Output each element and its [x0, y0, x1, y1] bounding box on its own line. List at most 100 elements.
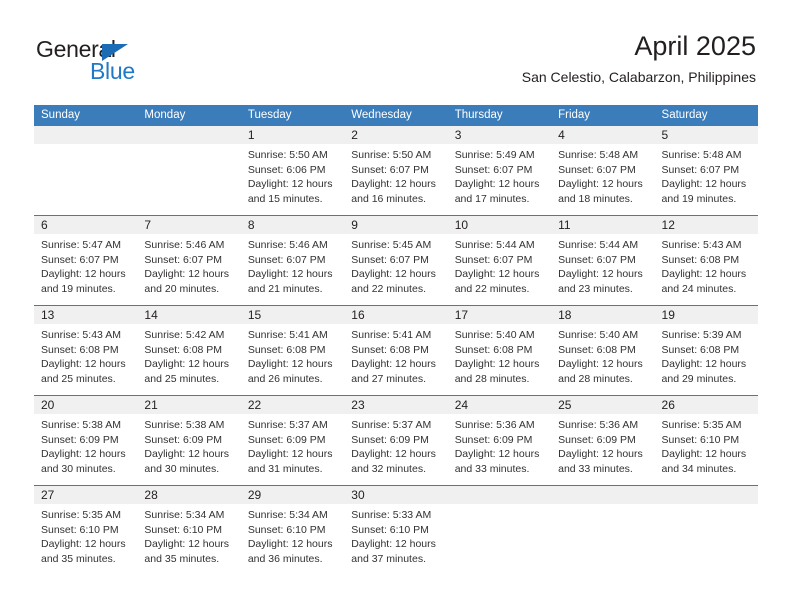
calendar-day-cell[interactable]: 3 Sunrise: 5:49 AM Sunset: 6:07 PM Daylight…	[447, 126, 552, 215]
day-details	[551, 504, 654, 508]
calendar-day-cell[interactable]: 4 Sunrise: 5:48 AM Sunset: 6:07 PM Daylight…	[551, 126, 655, 215]
weekday-header-friday: Friday	[558, 109, 591, 121]
calendar-day-cell[interactable]: 6 Sunrise: 5:47 AM Sunset: 6:07 PM Daylight…	[34, 216, 138, 305]
day-number	[447, 486, 552, 504]
calendar-day-cell[interactable]: 10 Sunrise: 5:44 AM Sunset: 6:07 PM Dayligh…	[447, 216, 552, 305]
day-detail-line: Sunset: 6:06 PM	[247, 163, 326, 176]
day-detail-line: Sunrise: 5:34 AM	[247, 509, 328, 521]
day-detail-line: and 29 minutes.	[661, 372, 737, 385]
calendar-day-cell[interactable]: 29 Sunrise: 5:34 AM Sunset: 6:10 PM Dayligh…	[240, 486, 345, 575]
calendar-day-cell-empty	[34, 126, 138, 215]
day-detail-line: Sunrise: 5:37 AM	[351, 419, 432, 431]
day-details: Sunrise: 5:45 AM Sunset: 6:07 PM Daylight:…	[344, 234, 447, 296]
calendar-day-cell[interactable]: 28 Sunrise: 5:34 AM Sunset: 6:10 PM Dayligh…	[137, 486, 241, 575]
day-detail-line: Daylight: 12 hours	[144, 448, 230, 461]
day-detail-line: Sunrise: 5:37 AM	[247, 419, 328, 431]
day-detail-line: Sunset: 6:09 PM	[454, 433, 533, 446]
generalblue-logo[interactable]: General Blue	[36, 36, 196, 88]
calendar-day-cell[interactable]: 20 Sunrise: 5:38 AM Sunset: 6:09 PM Dayligh…	[34, 396, 138, 485]
calendar-day-cell[interactable]: 11 Sunrise: 5:44 AM Sunset: 6:07 PM Dayligh…	[551, 216, 655, 305]
day-number: 3	[447, 126, 552, 144]
day-detail-line: Daylight: 12 hours	[661, 358, 747, 371]
day-details: Sunrise: 5:34 AM Sunset: 6:10 PM Daylight:…	[241, 504, 344, 566]
day-detail-line: and 30 minutes.	[144, 462, 220, 475]
day-number: 25	[551, 396, 655, 414]
day-detail-line: Daylight: 12 hours	[41, 358, 126, 371]
day-detail-line: Sunset: 6:07 PM	[144, 253, 223, 266]
calendar-day-cell[interactable]: 21 Sunrise: 5:38 AM Sunset: 6:09 PM Dayligh…	[137, 396, 241, 485]
day-detail-line: and 21 minutes.	[247, 282, 323, 295]
day-detail-line: Sunrise: 5:48 AM	[558, 149, 639, 161]
calendar-grid: Sunday Monday Tuesday Wednesday Thursday Frid…	[34, 105, 758, 575]
day-detail-line: Sunrise: 5:42 AM	[144, 329, 225, 341]
day-number: 14	[137, 306, 241, 324]
calendar-day-cell-empty	[654, 486, 758, 575]
calendar-week-row: 6 Sunrise: 5:47 AM Sunset: 6:07 PM Daylight…	[34, 215, 758, 305]
day-number: 22	[240, 396, 345, 414]
day-detail-line: Sunset: 6:08 PM	[661, 343, 740, 356]
day-detail-line: Daylight: 12 hours	[41, 268, 126, 281]
day-detail-line: and 22 minutes.	[351, 282, 426, 295]
day-number: 27	[34, 486, 138, 504]
calendar-day-cell[interactable]: 8 Sunrise: 5:46 AM Sunset: 6:07 PM Daylight…	[240, 216, 345, 305]
calendar-day-cell[interactable]: 9 Sunrise: 5:45 AM Sunset: 6:07 PM Daylight…	[344, 216, 448, 305]
calendar-day-cell[interactable]: 16 Sunrise: 5:41 AM Sunset: 6:08 PM Dayligh…	[344, 306, 448, 395]
day-detail-line: Daylight: 12 hours	[558, 268, 643, 281]
day-number: 7	[137, 216, 241, 234]
day-detail-line: Sunset: 6:09 PM	[558, 433, 636, 446]
calendar-day-cell[interactable]: 17 Sunrise: 5:40 AM Sunset: 6:08 PM Dayligh…	[447, 306, 552, 395]
day-details: Sunrise: 5:48 AM Sunset: 6:07 PM Daylight:…	[655, 144, 758, 206]
day-details: Sunrise: 5:35 AM Sunset: 6:10 PM Daylight:…	[655, 414, 758, 476]
calendar-day-cell[interactable]: 2 Sunrise: 5:50 AM Sunset: 6:07 PM Daylight…	[344, 126, 448, 215]
day-detail-line: Daylight: 12 hours	[351, 358, 436, 371]
day-details: Sunrise: 5:37 AM Sunset: 6:09 PM Daylight:…	[241, 414, 344, 476]
day-detail-line: and 35 minutes.	[144, 552, 220, 565]
calendar-day-cell[interactable]: 15 Sunrise: 5:41 AM Sunset: 6:08 PM Dayligh…	[240, 306, 345, 395]
day-detail-line: and 33 minutes.	[454, 462, 530, 475]
day-number: 9	[344, 216, 448, 234]
day-detail-line: Daylight: 12 hours	[454, 268, 540, 281]
calendar-day-cell[interactable]: 12 Sunrise: 5:43 AM Sunset: 6:08 PM Dayligh…	[654, 216, 758, 305]
day-detail-line: Daylight: 12 hours	[144, 268, 230, 281]
calendar-day-cell[interactable]: 7 Sunrise: 5:46 AM Sunset: 6:07 PM Daylight…	[137, 216, 241, 305]
day-detail-line: and 25 minutes.	[144, 372, 220, 385]
calendar-week-row: 13 Sunrise: 5:43 AM Sunset: 6:08 PM Dayligh…	[34, 305, 758, 395]
day-detail-line: and 28 minutes.	[454, 372, 530, 385]
day-detail-line: and 25 minutes.	[41, 372, 116, 385]
day-detail-line: Sunset: 6:10 PM	[351, 523, 429, 536]
calendar-day-cell[interactable]: 25 Sunrise: 5:36 AM Sunset: 6:09 PM Dayligh…	[551, 396, 655, 485]
day-number: 10	[447, 216, 552, 234]
day-details: Sunrise: 5:33 AM Sunset: 6:10 PM Daylight:…	[344, 504, 447, 566]
day-detail-line: and 22 minutes.	[454, 282, 530, 295]
calendar-day-cell[interactable]: 19 Sunrise: 5:39 AM Sunset: 6:08 PM Dayligh…	[654, 306, 758, 395]
day-details: Sunrise: 5:37 AM Sunset: 6:09 PM Daylight:…	[344, 414, 447, 476]
day-detail-line: and 31 minutes.	[247, 462, 323, 475]
day-detail-line: Sunset: 6:10 PM	[41, 523, 119, 536]
calendar-day-cell[interactable]: 24 Sunrise: 5:36 AM Sunset: 6:09 PM Dayligh…	[447, 396, 552, 485]
calendar-day-cell[interactable]: 14 Sunrise: 5:42 AM Sunset: 6:08 PM Dayligh…	[137, 306, 241, 395]
day-detail-line: Sunrise: 5:41 AM	[247, 329, 328, 341]
day-details: Sunrise: 5:49 AM Sunset: 6:07 PM Daylight:…	[448, 144, 551, 206]
calendar-day-cell[interactable]: 18 Sunrise: 5:40 AM Sunset: 6:08 PM Dayligh…	[551, 306, 655, 395]
calendar-day-cell[interactable]: 23 Sunrise: 5:37 AM Sunset: 6:09 PM Dayligh…	[344, 396, 448, 485]
day-detail-line: and 36 minutes.	[247, 552, 323, 565]
page-subtitle: San Celestio, Calabarzon, Philippines	[521, 69, 756, 85]
day-number	[654, 486, 758, 504]
calendar-day-cell[interactable]: 30 Sunrise: 5:33 AM Sunset: 6:10 PM Dayligh…	[344, 486, 448, 575]
weekday-header-sunday: Sunday	[41, 109, 81, 121]
calendar-day-cell[interactable]: 26 Sunrise: 5:35 AM Sunset: 6:10 PM Dayligh…	[654, 396, 758, 485]
calendar-week-row: 27 Sunrise: 5:35 AM Sunset: 6:10 PM Dayligh…	[34, 485, 758, 575]
calendar-day-cell[interactable]: 1 Sunrise: 5:50 AM Sunset: 6:06 PM Daylight…	[240, 126, 345, 215]
calendar-day-cell[interactable]: 13 Sunrise: 5:43 AM Sunset: 6:08 PM Dayligh…	[34, 306, 138, 395]
day-number: 18	[551, 306, 655, 324]
calendar-day-cell[interactable]: 22 Sunrise: 5:37 AM Sunset: 6:09 PM Dayligh…	[240, 396, 345, 485]
calendar-day-cell[interactable]: 27 Sunrise: 5:35 AM Sunset: 6:10 PM Dayligh…	[34, 486, 138, 575]
day-detail-line: Daylight: 12 hours	[558, 178, 643, 191]
day-number: 4	[551, 126, 655, 144]
day-detail-line: Daylight: 12 hours	[144, 538, 230, 551]
day-detail-line: Sunrise: 5:50 AM	[351, 149, 432, 161]
day-detail-line: and 23 minutes.	[558, 282, 633, 295]
logo-text-blue: Blue	[90, 58, 135, 84]
day-number	[34, 126, 138, 144]
calendar-day-cell[interactable]: 5 Sunrise: 5:48 AM Sunset: 6:07 PM Daylight…	[654, 126, 758, 215]
